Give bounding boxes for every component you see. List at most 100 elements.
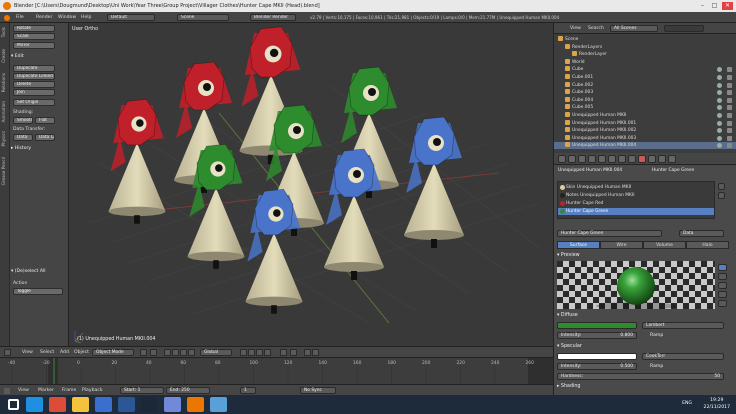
- scale-icon[interactable]: [188, 349, 195, 356]
- render-layers-tab-icon[interactable]: [568, 155, 576, 163]
- duplicate-linked-button[interactable]: Duplicate Linked: [13, 73, 55, 80]
- edit-section-header[interactable]: ▾ Edit: [11, 54, 24, 59]
- diffuse-ramp-toggle[interactable]: Ramp: [650, 333, 663, 338]
- menu-render[interactable]: Render: [36, 15, 52, 20]
- specular-color-swatch[interactable]: [557, 353, 637, 360]
- shading-section-header[interactable]: ▸ Shading: [557, 384, 580, 389]
- material-slot[interactable]: Hunter Cape Green: [558, 208, 714, 215]
- tab-halo[interactable]: Halo: [686, 241, 729, 249]
- camera-icon[interactable]: [312, 349, 319, 356]
- material-slot[interactable]: Notes Unequipped Human MKII: [558, 192, 714, 199]
- outliner-filter-selector[interactable]: All Scenes: [610, 25, 658, 32]
- explorer-icon[interactable]: [72, 397, 89, 412]
- material-slot[interactable]: Skin Unequipped Human MKII: [558, 184, 714, 191]
- data-tab-icon[interactable]: [628, 155, 636, 163]
- diffuse-color-swatch[interactable]: [557, 322, 637, 329]
- windows-start-icon[interactable]: [8, 399, 19, 410]
- proportional-edit-icon[interactable]: [280, 349, 287, 356]
- outliner-row[interactable]: Cube.005: [554, 104, 736, 111]
- scale-button[interactable]: Scale: [13, 33, 55, 40]
- visibility-eye-icon[interactable]: [717, 120, 722, 126]
- outliner-row[interactable]: Cube.004: [554, 96, 736, 104]
- ie-icon[interactable]: [26, 397, 43, 412]
- timeline-menu-marker[interactable]: Marker: [38, 388, 54, 393]
- render-camera-icon[interactable]: [727, 128, 732, 134]
- villager-figure[interactable]: [108, 98, 166, 224]
- render-preview-icon[interactable]: [304, 349, 311, 356]
- tab-animation[interactable]: Animation: [1, 101, 6, 122]
- render-tab-icon[interactable]: [558, 155, 566, 163]
- render-camera-icon[interactable]: [727, 75, 732, 80]
- operator-panel-header[interactable]: ▾ (De)select All: [11, 269, 46, 274]
- maximize-button[interactable]: □: [709, 2, 720, 10]
- menu-window[interactable]: Window: [58, 15, 76, 20]
- menu-add[interactable]: Add: [60, 350, 69, 355]
- rotate-icon[interactable]: [180, 349, 187, 356]
- outliner-menu-search[interactable]: Search: [588, 26, 604, 31]
- specular-shader-selector[interactable]: CookTorr: [642, 353, 724, 360]
- outliner-row[interactable]: Unequipped Human MKII.004: [554, 142, 736, 150]
- physics-tab-icon[interactable]: [668, 155, 676, 163]
- layer-3-icon[interactable]: [256, 349, 263, 356]
- layout-selector[interactable]: Default: [107, 14, 155, 21]
- visibility-eye-icon[interactable]: [717, 105, 722, 111]
- timeline-menu-view[interactable]: View: [18, 388, 29, 393]
- chrome-icon[interactable]: [49, 397, 66, 412]
- remove-slot-button[interactable]: [718, 192, 725, 199]
- outliner-row[interactable]: Cube.002: [554, 81, 736, 89]
- timeline-editor-icon[interactable]: [4, 388, 10, 394]
- outliner-row[interactable]: Unequipped Human MKII: [554, 112, 736, 119]
- mode-selector[interactable]: Object Mode: [92, 349, 134, 356]
- visibility-eye-icon[interactable]: [717, 90, 722, 96]
- end-frame-field[interactable]: End: 250: [166, 387, 210, 394]
- other-icon[interactable]: [210, 397, 227, 412]
- menu-object[interactable]: Object: [74, 350, 89, 355]
- object-tab-icon[interactable]: [598, 155, 606, 163]
- steam-icon[interactable]: [141, 397, 158, 412]
- outliner-row[interactable]: Scene: [554, 36, 736, 43]
- translate-icon[interactable]: [172, 349, 179, 356]
- outliner-row[interactable]: Cube: [554, 66, 736, 73]
- material-tab-icon[interactable]: [638, 155, 646, 163]
- visibility-eye-icon[interactable]: [717, 128, 722, 134]
- rotate-button[interactable]: Rotate: [13, 25, 55, 32]
- diffuse-shader-selector[interactable]: Lambert: [642, 322, 724, 329]
- outliner-row[interactable]: RenderLayers: [554, 43, 736, 51]
- editor-type-icon[interactable]: [4, 349, 11, 356]
- outliner-row[interactable]: Cube.001: [554, 74, 736, 81]
- diffuse-section-header[interactable]: ▾ Diffuse: [557, 313, 578, 318]
- render-camera-icon[interactable]: [727, 143, 732, 149]
- specular-intensity-field[interactable]: Intensity: 0.500: [557, 363, 637, 370]
- flat-button[interactable]: Flat: [35, 117, 55, 124]
- visibility-eye-icon[interactable]: [717, 143, 722, 149]
- preview-monkey-button[interactable]: [718, 282, 727, 289]
- blender-icon[interactable]: [187, 397, 204, 412]
- language-indicator[interactable]: ENG: [682, 401, 692, 406]
- render-camera-icon[interactable]: [727, 105, 732, 111]
- minimize-button[interactable]: –: [697, 2, 708, 10]
- data-layers-button[interactable]: Data Lay: [35, 134, 55, 141]
- specular-ramp-toggle[interactable]: Ramp: [650, 364, 663, 369]
- tab-tools[interactable]: Tools: [1, 27, 6, 37]
- preview-world-button[interactable]: [718, 300, 727, 307]
- outliner-row[interactable]: Unequipped Human MKII.001: [554, 119, 736, 127]
- tab-wire[interactable]: Wire: [600, 241, 643, 249]
- layer-4-icon[interactable]: [264, 349, 271, 356]
- outliner-menu-view[interactable]: View: [570, 26, 581, 31]
- tab-create[interactable]: Create: [1, 49, 6, 63]
- transform-orientation-selector[interactable]: Global: [200, 349, 232, 356]
- history-section-header[interactable]: ▸ History: [11, 146, 31, 151]
- outliner-search-input[interactable]: [664, 25, 704, 32]
- preview-sphere-button[interactable]: [718, 264, 727, 271]
- layer-2-icon[interactable]: [248, 349, 255, 356]
- menu-view[interactable]: View: [22, 350, 33, 355]
- system-clock[interactable]: 19:29 22/11/2017: [704, 397, 730, 411]
- outliner-row[interactable]: Unequipped Human MKII.003: [554, 134, 736, 142]
- pivot-point-icon[interactable]: [150, 349, 157, 356]
- mirror-button[interactable]: Mirror: [13, 42, 55, 49]
- manipulator-icon[interactable]: [164, 349, 171, 356]
- material-link-selector[interactable]: Data: [679, 230, 724, 237]
- current-frame-field[interactable]: 1: [240, 387, 256, 394]
- specular-section-header[interactable]: ▾ Specular: [557, 344, 582, 349]
- modifiers-tab-icon[interactable]: [618, 155, 626, 163]
